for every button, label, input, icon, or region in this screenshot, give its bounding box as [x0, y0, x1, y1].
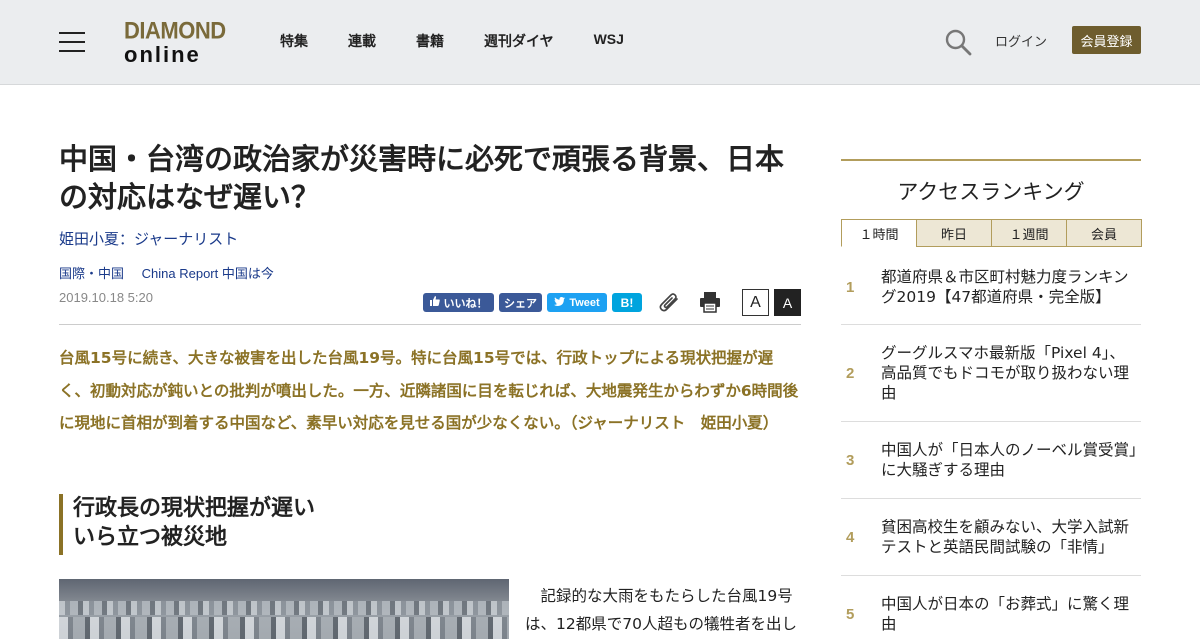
- menu-icon[interactable]: [59, 32, 85, 52]
- rank-number: 1: [846, 279, 855, 296]
- tab-1week[interactable]: １週間: [991, 219, 1067, 247]
- rank-title: 中国人が「日本人のノーベル賞受賞」に大騒ぎする理由: [881, 441, 1137, 479]
- tab-members[interactable]: 会員: [1066, 219, 1142, 247]
- register-button[interactable]: 会員登録: [1072, 26, 1141, 54]
- facebook-share-button[interactable]: シェア: [499, 293, 542, 312]
- main-nav: 特集 連載 書籍 週刊ダイヤ WSJ: [280, 31, 664, 51]
- article-date: 2019.10.18 5:20: [59, 290, 153, 305]
- section-heading-line2: いら立つ被災地: [73, 525, 228, 550]
- article-lead: 台風15号に続き、大きな被害を出した台風19号。特に台風15号では、行政トップに…: [59, 349, 799, 432]
- facebook-like-button[interactable]: いいね！: [423, 293, 494, 312]
- printer-icon[interactable]: [699, 291, 721, 313]
- hatena-bookmark-button[interactable]: B!: [612, 293, 642, 312]
- rank-title: 中国人が日本の「お葬式」に驚く理由: [881, 595, 1130, 633]
- nav-item-weekly-diamond[interactable]: 週刊ダイヤ: [484, 31, 554, 51]
- ranking-top-rule: [841, 159, 1141, 161]
- rank-title: グーグルスマホ最新版「Pixel 4」、高品質でもドコモが取り扱わない理由: [881, 344, 1130, 402]
- login-link[interactable]: ログイン: [995, 31, 1047, 50]
- font-size-normal-button[interactable]: A: [742, 289, 769, 316]
- nav-item-books[interactable]: 書籍: [416, 31, 444, 51]
- ranking-item[interactable]: 4 貧困高校生を顧みない、大学入試新テストと英語民間試験の「非情」: [841, 499, 1141, 576]
- like-label: いいね！: [443, 297, 488, 310]
- ranking-tabs: １時間 昨日 １週間 会員: [841, 219, 1142, 247]
- rank-title: 都道府県＆市区町村魅力度ランキング2019【47都道府県・完全版】: [881, 268, 1129, 306]
- rank-number: 2: [846, 365, 855, 382]
- rank-number: 3: [846, 452, 855, 469]
- article-author[interactable]: 姫田小夏：ジャーナリスト: [59, 228, 238, 249]
- paperclip-icon[interactable]: [658, 292, 680, 312]
- nav-item-features[interactable]: 特集: [280, 31, 308, 51]
- tweet-label: Tweet: [569, 296, 600, 309]
- article-title: 中国・台湾の政治家が災害時に必死で頑張る背景、日本の対応はなぜ遅い？: [59, 142, 785, 214]
- category-link[interactable]: 国際・中国: [59, 266, 124, 281]
- article-categories: 国際・中国 China Report 中国は今: [59, 263, 288, 282]
- ranking-item[interactable]: 2 グーグルスマホ最新版「Pixel 4」、高品質でもドコモが取り扱わない理由: [841, 325, 1141, 422]
- search-icon[interactable]: [944, 28, 972, 56]
- nav-item-series[interactable]: 連載: [348, 31, 376, 51]
- site-header: DIAMOND online 特集 連載 書籍 週刊ダイヤ WSJ ログイン 会…: [0, 0, 1200, 85]
- tweet-button[interactable]: Tweet: [547, 293, 607, 312]
- rank-number: 5: [846, 606, 855, 623]
- font-size-large-button[interactable]: A: [774, 289, 801, 316]
- tab-1hour[interactable]: １時間: [841, 219, 917, 247]
- ranking-title: アクセスランキング: [897, 180, 1085, 204]
- site-logo[interactable]: DIAMOND online: [124, 16, 226, 67]
- twitter-bird-icon: [554, 296, 566, 309]
- share-label: シェア: [504, 297, 537, 310]
- article-divider: [59, 324, 801, 325]
- tab-yesterday[interactable]: 昨日: [916, 219, 992, 247]
- ranking-item[interactable]: 1 都道府県＆市区町村魅力度ランキング2019【47都道府県・完全版】: [841, 247, 1141, 325]
- category-link[interactable]: China Report 中国は今: [142, 266, 274, 281]
- section-heading-line1: 行政長の現状把握が遅い: [73, 496, 316, 521]
- article-photo: [59, 579, 509, 639]
- rank-title: 貧困高校生を顧みない、大学入試新テストと英語民間試験の「非情」: [881, 518, 1130, 556]
- section-heading: 行政長の現状把握が遅い いら立つ被災地: [59, 494, 379, 555]
- rank-number: 4: [846, 529, 855, 546]
- thumbs-up-icon: [429, 296, 440, 309]
- share-buttons: いいね！ シェア Tweet B!: [423, 293, 647, 312]
- nav-item-wsj[interactable]: WSJ: [594, 31, 624, 51]
- logo-diamond: DIAMOND: [124, 16, 226, 45]
- logo-online: online: [124, 42, 201, 67]
- ranking-item[interactable]: 3 中国人が「日本人のノーベル賞受賞」に大騒ぎする理由: [841, 422, 1141, 499]
- hatena-label: B!: [620, 295, 634, 310]
- ranking-list: 1 都道府県＆市区町村魅力度ランキング2019【47都道府県・完全版】 2 グー…: [841, 247, 1141, 636]
- ranking-item[interactable]: 5 中国人が日本の「お葬式」に驚く理由: [841, 576, 1141, 636]
